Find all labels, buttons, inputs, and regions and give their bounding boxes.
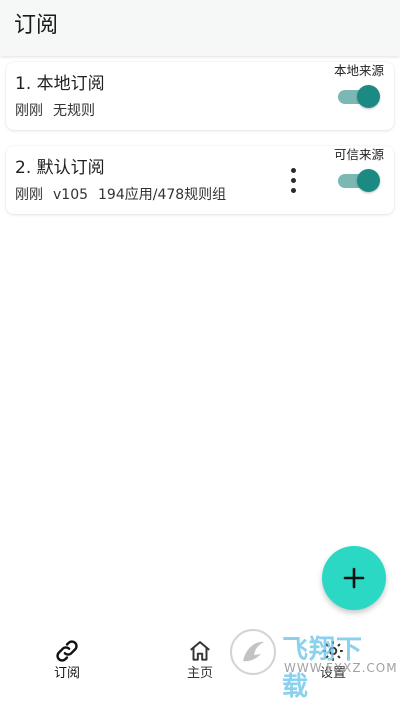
link-icon — [56, 640, 78, 662]
subscription-time: 刚刚 — [15, 187, 43, 203]
watermark: 飞翔下载 WWW.FXXZ.COM — [228, 627, 397, 702]
page-title: 订阅 — [14, 13, 59, 38]
subscription-meta: 刚刚 无规则 — [15, 101, 105, 121]
subscription-rules: 无规则 — [53, 103, 95, 119]
subscription-version: v105 — [53, 187, 89, 203]
subscription-time: 刚刚 — [15, 103, 43, 119]
add-subscription-button[interactable] — [322, 546, 386, 610]
toggle-thumb — [357, 169, 380, 192]
subscription-rules: 194应用/478规则组 — [98, 187, 227, 203]
plus-icon — [343, 567, 365, 589]
home-icon — [190, 641, 210, 661]
app-bar: 订阅 — [0, 0, 400, 56]
enable-toggle[interactable] — [338, 169, 380, 192]
more-options-icon[interactable] — [288, 168, 300, 194]
nav-item-subscriptions[interactable]: 订阅 — [0, 626, 134, 687]
watermark-logo-icon — [230, 629, 276, 675]
subscription-meta: 刚刚 v105 194应用/478规则组 — [15, 185, 236, 205]
subscription-name: 2. 默认订阅 — [15, 158, 105, 178]
toggle-thumb — [357, 85, 380, 108]
enable-toggle[interactable] — [338, 85, 380, 108]
subscription-card-local[interactable]: 1. 本地订阅 刚刚 无规则 本地来源 — [6, 62, 394, 130]
source-label: 可信来源 — [333, 147, 384, 162]
subscription-name: 1. 本地订阅 — [15, 74, 105, 94]
source-label: 本地来源 — [333, 63, 384, 78]
watermark-url: WWW.FXXZ.COM — [284, 661, 398, 675]
nav-label: 订阅 — [53, 666, 80, 681]
subscription-card-default[interactable]: 2. 默认订阅 刚刚 v105 194应用/478规则组 可信来源 — [6, 146, 394, 214]
